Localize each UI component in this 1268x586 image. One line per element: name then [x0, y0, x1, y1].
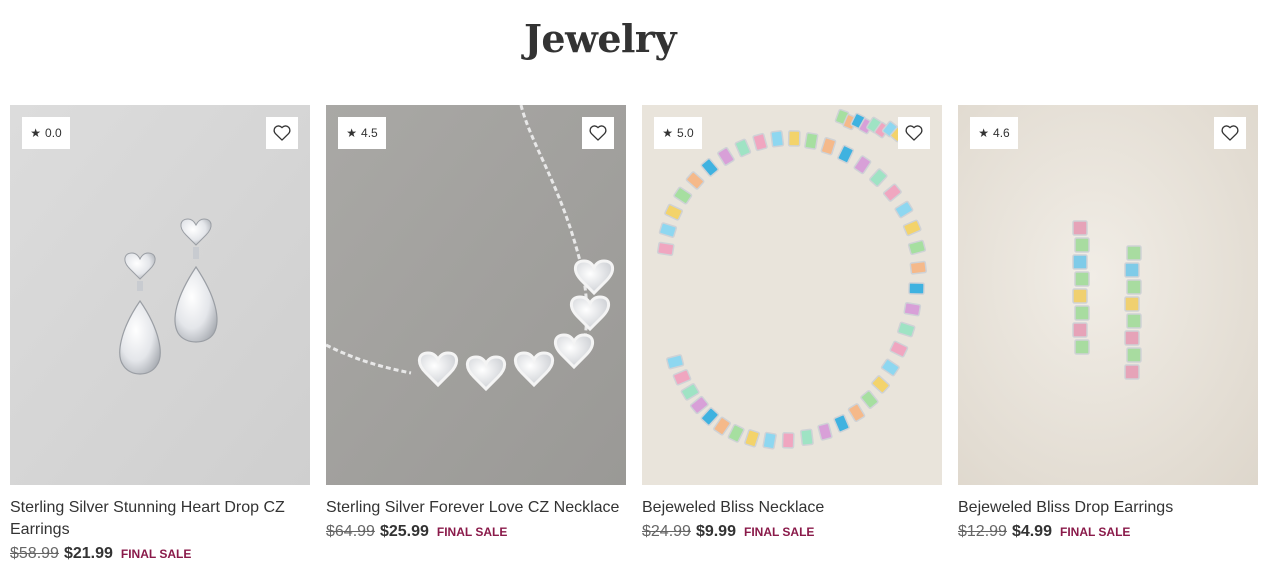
- original-price: $58.99: [10, 545, 59, 562]
- rating-badge: ★ 4.6: [970, 117, 1018, 149]
- product-name-link[interactable]: Bejeweled Bliss Drop Earrings: [958, 497, 1258, 519]
- heart-outline-icon: [905, 125, 923, 141]
- heart-outline-icon: [1221, 125, 1239, 141]
- rating-value: 4.5: [361, 126, 378, 140]
- heart-outline-icon: [589, 125, 607, 141]
- product-name-link[interactable]: Sterling Silver Stunning Heart Drop CZ E…: [10, 497, 310, 541]
- product-image-link[interactable]: ★ 5.0: [642, 105, 942, 485]
- rating-badge: ★ 5.0: [654, 117, 702, 149]
- product-card: ★ 4.6 Bejeweled Bliss Drop Earrings $12.…: [958, 105, 1258, 541]
- star-icon: ★: [662, 126, 674, 140]
- price-row: $64.99 $25.99 FINAL SALE: [326, 523, 626, 541]
- product-image-link[interactable]: ★ 4.6: [958, 105, 1258, 485]
- rating-badge: ★ 4.5: [338, 117, 386, 149]
- sale-price: $4.99: [1011, 523, 1052, 540]
- add-to-favorites-button[interactable]: [1214, 117, 1246, 149]
- product-grid: ★ 0.0 Sterling Silver Stunning Heart Dro…: [10, 105, 1258, 586]
- star-icon: ★: [346, 126, 358, 140]
- original-price: $12.99: [958, 523, 1007, 540]
- product-image-link[interactable]: ★ 4.5: [326, 105, 626, 485]
- heart-outline-icon: [273, 125, 291, 141]
- price-row: $24.99 $9.99 FINAL SALE: [642, 523, 942, 541]
- original-price: $64.99: [326, 523, 375, 540]
- product-image: [326, 105, 626, 485]
- price-row: $12.99 $4.99 FINAL SALE: [958, 523, 1258, 541]
- final-sale-tag: FINAL SALE: [436, 525, 508, 539]
- product-card: ★ 0.0 Sterling Silver Stunning Heart Dro…: [10, 105, 310, 563]
- product-card: ★ 5.0 Bejeweled Bliss Necklace $24.99 $9…: [642, 105, 942, 541]
- product-name-link[interactable]: Bejeweled Bliss Necklace: [642, 497, 942, 519]
- sale-price: $25.99: [379, 523, 429, 540]
- add-to-favorites-button[interactable]: [582, 117, 614, 149]
- star-icon: ★: [30, 126, 42, 140]
- product-image-link[interactable]: ★ 0.0: [10, 105, 310, 485]
- sale-price: $21.99: [63, 545, 113, 562]
- sale-price: $9.99: [695, 523, 736, 540]
- rating-badge: ★ 0.0: [22, 117, 70, 149]
- page-title: Jewelry: [523, 16, 677, 61]
- product-image: [10, 105, 310, 485]
- final-sale-tag: FINAL SALE: [120, 547, 192, 561]
- product-image: [958, 105, 1258, 485]
- rating-value: 0.0: [45, 126, 62, 140]
- star-icon: ★: [978, 126, 990, 140]
- product-card: ★ 4.5 Sterling Silver Forever Love CZ Ne…: [326, 105, 626, 541]
- rating-value: 4.6: [993, 126, 1010, 140]
- price-row: $58.99 $21.99 FINAL SALE: [10, 545, 310, 563]
- final-sale-tag: FINAL SALE: [1059, 525, 1131, 539]
- product-image: [642, 105, 942, 485]
- product-name-link[interactable]: Sterling Silver Forever Love CZ Necklace: [326, 497, 626, 519]
- rating-value: 5.0: [677, 126, 694, 140]
- add-to-favorites-button[interactable]: [266, 117, 298, 149]
- final-sale-tag: FINAL SALE: [743, 525, 815, 539]
- add-to-favorites-button[interactable]: [898, 117, 930, 149]
- original-price: $24.99: [642, 523, 691, 540]
